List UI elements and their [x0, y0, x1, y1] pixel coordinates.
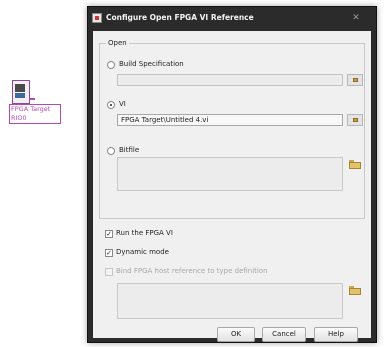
help-button[interactable]: Help — [314, 327, 358, 342]
build-spec-label: Build Specification — [119, 60, 184, 68]
browse-icon — [353, 118, 358, 122]
node-label-line2: RIO0 — [11, 114, 27, 122]
fpga-reference-node[interactable]: FPGA Target RIO0 — [9, 80, 61, 125]
browse-icon — [353, 78, 358, 82]
dynamic-mode-label: Dynamic mode — [116, 248, 169, 256]
build-spec-browse-button[interactable] — [347, 74, 363, 86]
ok-button[interactable]: OK — [217, 327, 255, 342]
close-button[interactable]: ✕ — [350, 12, 362, 24]
dialog-client: Open Build Specification VI FPGA Target\… — [93, 31, 371, 342]
node-label: FPGA Target RIO0 — [9, 104, 61, 124]
type-definition-folder-button[interactable] — [348, 285, 362, 295]
vi-label: VI — [119, 100, 126, 108]
title-bar[interactable]: Configure Open FPGA VI Reference ✕ — [88, 7, 376, 31]
folder-icon — [349, 162, 361, 169]
bitfile-path-field[interactable] — [117, 157, 343, 191]
vi-path-field[interactable]: FPGA Target\Untitled 4.vi — [117, 114, 343, 126]
bind-host-ref-checkbox[interactable] — [105, 268, 113, 276]
run-fpga-vi-label: Run the FPGA VI — [116, 229, 173, 237]
bitfile-radio[interactable] — [107, 147, 115, 155]
type-definition-path-field[interactable] — [117, 283, 343, 319]
cancel-button[interactable]: Cancel — [262, 327, 306, 342]
configure-dialog: Configure Open FPGA VI Reference ✕ Open … — [87, 6, 377, 343]
bitfile-folder-button[interactable] — [348, 159, 362, 169]
run-fpga-vi-checkbox[interactable]: ✓ — [105, 230, 113, 238]
dialog-title: Configure Open FPGA VI Reference — [106, 13, 254, 22]
vi-browse-button[interactable] — [347, 114, 363, 126]
bind-host-ref-label: Bind FPGA host reference to type definit… — [116, 267, 268, 275]
bitfile-label: Bitfile — [119, 146, 140, 154]
app-icon — [92, 13, 102, 23]
folder-icon — [349, 288, 361, 295]
dynamic-mode-checkbox[interactable]: ✓ — [105, 249, 113, 257]
checkmark-icon: ✓ — [106, 249, 112, 257]
build-spec-field[interactable] — [117, 74, 343, 86]
vi-radio[interactable] — [107, 101, 115, 109]
open-group-legend: Open — [108, 39, 127, 47]
checkmark-icon: ✓ — [106, 230, 112, 238]
close-icon: ✕ — [352, 13, 360, 23]
node-label-line1: FPGA Target — [11, 105, 51, 113]
fpga-vi-icon — [12, 80, 35, 104]
build-spec-radio[interactable] — [107, 61, 115, 69]
